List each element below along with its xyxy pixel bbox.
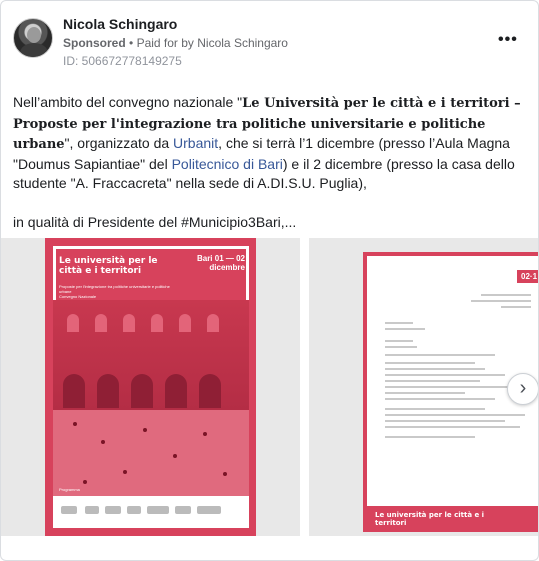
sponsor-logo bbox=[175, 506, 191, 514]
poster-place-date: Bari 01 — 02 dicembre bbox=[196, 254, 245, 272]
text-line bbox=[385, 346, 417, 348]
text-line bbox=[501, 306, 531, 308]
text-line bbox=[385, 398, 495, 400]
avatar-body bbox=[20, 43, 48, 57]
politecnico-link[interactable]: Politecnico di Bari bbox=[172, 156, 283, 172]
text-line bbox=[385, 420, 505, 422]
text-line bbox=[385, 380, 480, 382]
person-dot bbox=[101, 440, 105, 444]
post-text-part: Nell’ambito del convegno nazionale " bbox=[13, 94, 243, 110]
carousel-slide-2[interactable]: 02·1 Le università per le città e i terr… bbox=[309, 238, 538, 536]
sponsored-post-card: Nicola Schingaro Sponsored • Paid for by… bbox=[0, 0, 539, 561]
sponsor-logo bbox=[61, 506, 77, 514]
person-dot bbox=[143, 428, 147, 432]
chevron-right-icon[interactable]: › bbox=[507, 373, 538, 405]
poster-square bbox=[53, 410, 249, 506]
poster-band-title: Le università per le città e i territori bbox=[375, 511, 485, 527]
person-dot bbox=[123, 470, 127, 474]
building-window bbox=[67, 314, 79, 332]
separator-dot: • bbox=[129, 36, 134, 50]
building-window bbox=[207, 314, 219, 332]
post-text: Nell’ambito del convegno nazionale "Le U… bbox=[13, 93, 529, 232]
building-window bbox=[179, 314, 191, 332]
text-line bbox=[385, 340, 413, 342]
text-line bbox=[385, 392, 465, 394]
text-line bbox=[385, 386, 515, 388]
text-line bbox=[385, 362, 475, 364]
poster-footer-label: Programma bbox=[59, 487, 80, 492]
poster-image-1: Le università per le città e i territori… bbox=[45, 238, 256, 536]
ad-id: ID: 506672778149275 bbox=[63, 54, 182, 68]
poster-building bbox=[53, 300, 249, 410]
poster-kind: Convegno Nazionale bbox=[59, 294, 97, 299]
author-avatar[interactable] bbox=[13, 18, 53, 58]
poster-sub-text: Proposte per l'integrazione tra politich… bbox=[59, 284, 170, 294]
sponsor-logo bbox=[105, 506, 121, 514]
post-text-part: ", organizzato da bbox=[64, 135, 174, 151]
sponsor-logo bbox=[197, 506, 221, 514]
person-dot bbox=[73, 422, 77, 426]
building-arch bbox=[165, 374, 187, 408]
building-arch bbox=[97, 374, 119, 408]
avatar-face bbox=[27, 27, 41, 43]
post-text-truncated: in qualità di Presidente del #Municipio3… bbox=[13, 213, 297, 230]
building-window bbox=[95, 314, 107, 332]
building-arch bbox=[199, 374, 221, 408]
poster-subtitle: Proposte per l'integrazione tra politich… bbox=[59, 284, 179, 299]
paid-for-label: Paid for by Nicola Schingaro bbox=[136, 36, 288, 50]
image-carousel: Le università per le città e i territori… bbox=[1, 238, 538, 536]
person-dot bbox=[203, 432, 207, 436]
poster-date-tag: 02·1 bbox=[517, 270, 538, 283]
text-line bbox=[385, 368, 485, 370]
text-line bbox=[385, 374, 505, 376]
building-arch bbox=[63, 374, 85, 408]
author-name[interactable]: Nicola Schingaro bbox=[63, 16, 177, 32]
text-line bbox=[385, 322, 413, 324]
building-arch bbox=[131, 374, 153, 408]
sponsored-line: Sponsored • Paid for by Nicola Schingaro bbox=[63, 36, 288, 50]
urbanit-link[interactable]: Urbanit bbox=[173, 135, 218, 151]
building-window bbox=[123, 314, 135, 332]
text-line bbox=[385, 426, 520, 428]
text-line bbox=[481, 294, 531, 296]
text-line bbox=[385, 414, 525, 416]
carousel-slide-1[interactable]: Le università per le città e i territori… bbox=[1, 238, 300, 536]
text-line bbox=[385, 354, 495, 356]
person-dot bbox=[173, 454, 177, 458]
person-dot bbox=[83, 480, 87, 484]
sponsor-logo bbox=[127, 506, 141, 514]
text-line bbox=[385, 408, 485, 410]
person-dot bbox=[223, 472, 227, 476]
text-line bbox=[385, 436, 475, 438]
text-line bbox=[471, 300, 531, 302]
text-line bbox=[385, 328, 425, 330]
more-options-icon[interactable]: ••• bbox=[498, 31, 518, 49]
sponsor-logo bbox=[85, 506, 99, 514]
sponsored-label: Sponsored bbox=[63, 36, 126, 50]
sponsor-logo bbox=[147, 506, 169, 514]
poster-title: Le università per le città e i territori bbox=[59, 256, 158, 276]
building-window bbox=[151, 314, 163, 332]
